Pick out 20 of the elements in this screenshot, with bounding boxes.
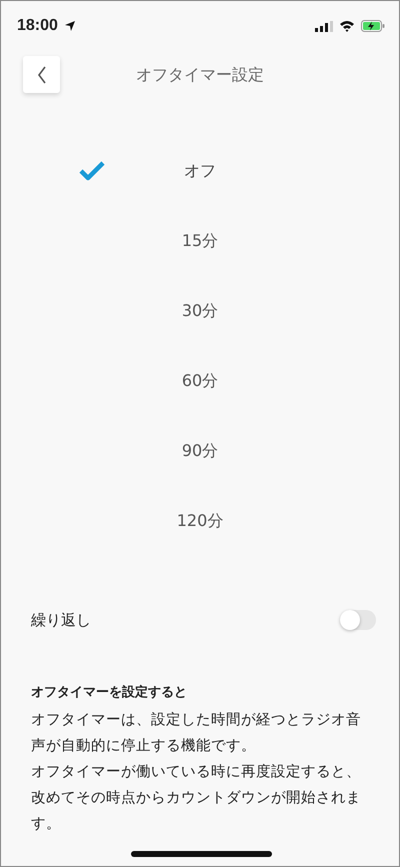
timer-option[interactable]: 60分 (1, 346, 399, 416)
repeat-label: 繰り返し (31, 610, 91, 630)
timer-option[interactable]: 90分 (1, 416, 399, 486)
chevron-left-icon (36, 66, 46, 84)
timer-option[interactable]: 30分 (1, 276, 399, 346)
description-text: オフタイマーが働いている時に再度設定すると、改めてその時点からカウントダウンが開始されます。 (31, 762, 362, 834)
location-arrow-icon (64, 20, 76, 32)
battery-icon (361, 20, 385, 32)
timer-option[interactable]: 15分 (1, 206, 399, 276)
status-time: 18:00 (17, 17, 58, 35)
wifi-icon (339, 20, 355, 32)
check-icon (79, 161, 105, 181)
timer-option[interactable]: オフ (1, 136, 399, 206)
back-button[interactable] (23, 56, 60, 93)
repeat-toggle[interactable] (340, 610, 376, 630)
description-heading: オフタイマーを設定すると (31, 684, 188, 701)
description-text: オフタイマーは、設定した時間が経つとラジオ音声が自動的に停止する機能です。 (31, 710, 362, 756)
timer-option[interactable]: 120分 (1, 486, 399, 556)
signal-icon (315, 20, 333, 32)
screen-title: オフタイマー設定 (136, 64, 264, 86)
